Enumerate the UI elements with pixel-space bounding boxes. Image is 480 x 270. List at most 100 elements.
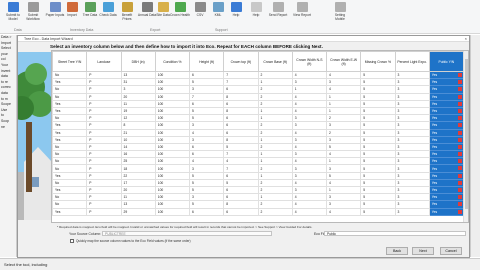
table-cell-box[interactable]: Yes [428, 121, 465, 130]
table-cell-box[interactable]: 5 [360, 178, 396, 188]
table-cell-box[interactable]: 3 [394, 70, 430, 80]
next-button[interactable]: Next [412, 247, 434, 255]
table-cell-box[interactable]: P [86, 185, 122, 195]
table-cell-box[interactable]: 3 [325, 193, 362, 202]
table-cell-box[interactable]: 1 [325, 185, 362, 195]
table-cell-box[interactable]: 5 [360, 142, 396, 152]
table-cell-box[interactable]: 31 [120, 78, 156, 87]
table-cell-box[interactable]: 8 [223, 135, 259, 144]
table-cell-box[interactable]: Yes [428, 106, 465, 116]
table-cell-box[interactable]: No [52, 85, 88, 94]
table-cell-box[interactable]: 4 [291, 200, 328, 209]
table-cell-box[interactable]: 4 [291, 92, 328, 101]
table-cell-box[interactable]: 3 [325, 135, 362, 144]
table-cell-box[interactable]: 3 [291, 78, 328, 87]
table-cell-box[interactable]: Yes [428, 114, 465, 123]
table-cell-box[interactable]: Yes [428, 142, 465, 152]
table-cell-box[interactable]: 100 [154, 150, 191, 159]
table-cell-box[interactable]: 1 [257, 106, 293, 116]
table-cell-box[interactable]: 5 [188, 185, 225, 195]
table-cell-box[interactable]: 3 [394, 157, 430, 166]
table-cell-box[interactable]: 5 [360, 150, 396, 159]
table-cell-box[interactable]: 4 [291, 207, 328, 216]
table-cell-box[interactable]: P [86, 200, 122, 209]
table-cell-box[interactable]: 6 [223, 128, 259, 137]
table-cell-box[interactable]: 3 [394, 121, 430, 130]
table-cell-box[interactable]: 5 [360, 128, 396, 137]
table-cell-box[interactable]: Yes [428, 185, 465, 195]
table-cell-box[interactable]: 5 [360, 135, 396, 144]
table-cell-box[interactable]: 5 [360, 85, 396, 94]
table-cell-box[interactable]: 5 [188, 200, 225, 209]
table-cell-box[interactable]: Yes [52, 185, 88, 195]
table-cell-box[interactable]: 3 [394, 207, 430, 216]
close-icon[interactable]: × [465, 36, 467, 42]
table-cell-box[interactable]: 8 [223, 92, 259, 101]
table-cell-box[interactable]: 6 [188, 70, 225, 80]
table-cell-box[interactable]: P [86, 178, 122, 188]
table-cell-box[interactable]: 2 [325, 114, 362, 123]
table-cell-box[interactable]: P [86, 106, 122, 116]
table-cell-box[interactable]: Yes [428, 99, 465, 108]
eco-field-select[interactable]: Public [324, 231, 466, 236]
table-cell-box[interactable]: Yes [428, 178, 465, 188]
table-cell-box[interactable]: 100 [154, 164, 191, 173]
table-cell-box[interactable]: 16 [120, 150, 156, 159]
table-cell-box[interactable]: 5 [360, 106, 396, 116]
table-cell-box[interactable]: 3 [188, 164, 225, 173]
table-cell-box[interactable]: Yes [52, 78, 88, 87]
table-cell-box[interactable]: 3 [394, 99, 430, 108]
table-cell-box[interactable]: 6 [188, 150, 225, 159]
table-cell-box[interactable]: P [86, 85, 122, 94]
table-cell-box[interactable]: 14 [120, 142, 156, 152]
table-cell-box[interactable]: 6 [188, 207, 225, 216]
column-header[interactable]: Missing Crown % [360, 51, 396, 72]
column-header[interactable]: Height (ft) [188, 51, 225, 72]
quick-map-checkbox[interactable] [70, 239, 74, 243]
table-cell-box[interactable]: 5 [360, 193, 396, 202]
table-cell-box[interactable]: 3 [188, 121, 225, 130]
view-report-button[interactable]: View Report [292, 1, 312, 30]
table-cell-box[interactable]: 5 [188, 106, 225, 116]
table-cell-box[interactable]: 1 [325, 157, 362, 166]
table-cell-box[interactable]: Yes [428, 92, 465, 101]
table-cell-box[interactable]: 3 [394, 106, 430, 116]
table-cell-box[interactable]: 5 [188, 171, 225, 180]
table-cell-box[interactable]: P [86, 150, 122, 159]
table-cell-box[interactable]: 2 [257, 85, 293, 94]
table-cell-box[interactable]: 29 [120, 207, 156, 216]
table-cell-box[interactable]: No [52, 142, 88, 152]
table-cell-box[interactable]: 3 [394, 85, 430, 94]
table-cell-box[interactable]: 100 [154, 128, 191, 137]
table-cell-box[interactable]: 100 [154, 114, 191, 123]
table-cell-box[interactable]: 7 [188, 92, 225, 101]
table-cell-box[interactable]: 3 [394, 142, 430, 152]
table-cell-box[interactable]: 3 [394, 114, 430, 123]
table-cell-box[interactable]: 5 [188, 78, 225, 87]
table-cell-box[interactable]: 6 [223, 114, 259, 123]
table-cell-box[interactable]: 3 [394, 128, 430, 137]
table-cell-box[interactable]: P [86, 171, 122, 180]
table-cell-box[interactable]: Yes [428, 164, 465, 173]
table-cell-box[interactable]: 3 [291, 135, 328, 144]
table-cell-box[interactable]: 1 [257, 78, 293, 87]
table-cell-box[interactable]: 10 [120, 135, 156, 144]
table-cell-box[interactable]: 4 [291, 99, 328, 108]
table-cell-box[interactable]: P [86, 114, 122, 123]
table-cell-box[interactable]: 2 [257, 92, 293, 101]
table-cell-box[interactable]: 4 [325, 150, 362, 159]
table-cell-box[interactable]: P [86, 164, 122, 173]
table-cell-box[interactable]: 5 [360, 92, 396, 101]
table-cell-box[interactable]: 2 [257, 200, 293, 209]
table-cell-box[interactable]: Yes [428, 193, 465, 202]
table-cell-box[interactable]: 3 [291, 121, 328, 130]
table-cell-box[interactable]: 1 [257, 114, 293, 123]
table-cell-box[interactable]: 5 [223, 178, 259, 188]
table-cell-box[interactable]: 4 [188, 157, 225, 166]
table-cell-box[interactable]: Yes [52, 106, 88, 116]
table-cell-box[interactable]: 2 [257, 185, 293, 195]
table-cell-box[interactable]: 5 [360, 185, 396, 195]
table-cell-box[interactable]: 6 [223, 99, 259, 108]
table-cell-box[interactable]: 4 [291, 70, 328, 80]
table-cell-box[interactable]: 17 [120, 178, 156, 188]
